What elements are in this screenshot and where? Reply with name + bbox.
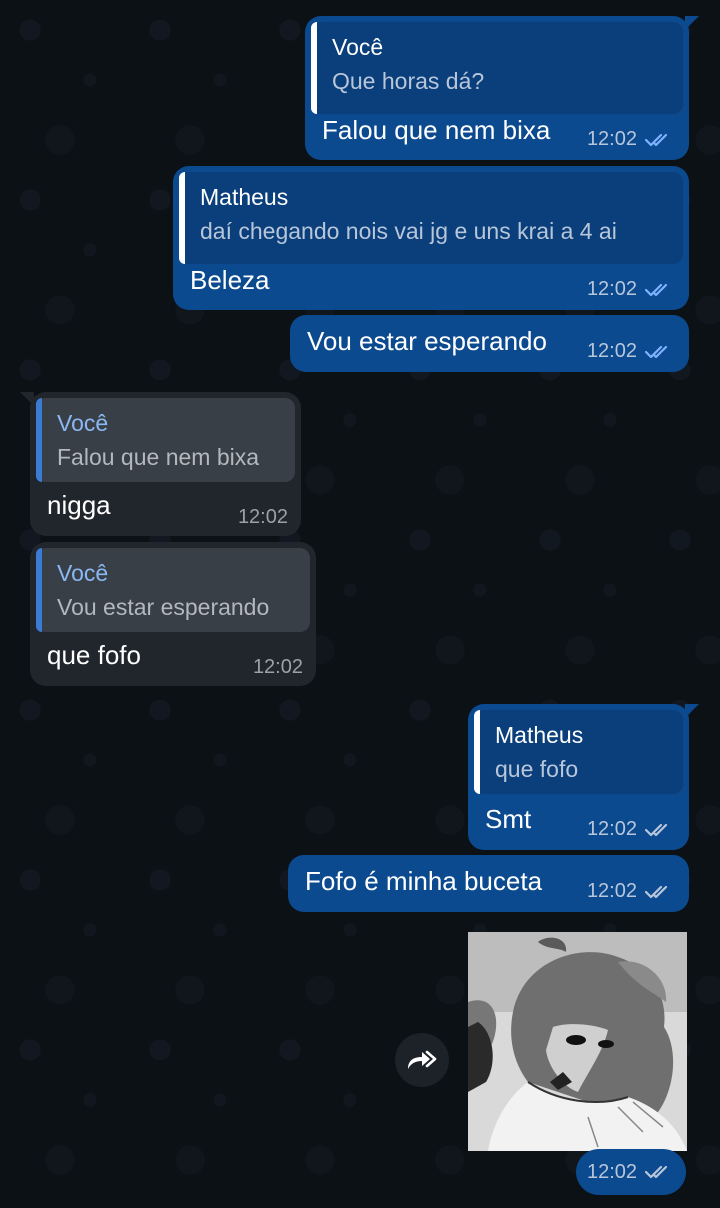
double-check-icon: [645, 885, 668, 898]
quote-author: Você: [57, 410, 109, 436]
message-bubble-outgoing[interactable]: Você Que horas dá? Falou que nem bixa 12…: [305, 16, 699, 160]
reply-quote[interactable]: Você Vou estar esperando: [36, 548, 310, 632]
message-bubble-outgoing[interactable]: Matheus que fofo Smt 12:02: [468, 704, 699, 850]
message-time: 12:02: [586, 340, 637, 362]
message-time: 12:02: [586, 278, 637, 300]
message-time: 12:02: [586, 128, 637, 150]
quote-text: que fofo: [495, 756, 579, 782]
image-timestamp: 12:02: [576, 1149, 686, 1195]
message-text: que fofo: [47, 640, 141, 670]
forward-icon[interactable]: [395, 1033, 449, 1087]
quote-bar: [36, 548, 42, 632]
message-meta: 12:02: [253, 656, 303, 679]
message-meta: 12:02: [587, 818, 675, 841]
quote-author: Você: [332, 34, 384, 60]
double-check-icon: [645, 345, 668, 358]
message-text: Falou que nem bixa: [322, 115, 551, 145]
forward-arrow-glyph: [408, 1050, 437, 1069]
message-bubble-outgoing[interactable]: Fofo é minha buceta 12:02: [288, 855, 689, 912]
quote-text: Que horas dá?: [332, 68, 485, 94]
quote-bar: [311, 22, 317, 114]
message-text: Fofo é minha buceta: [305, 866, 543, 896]
message-text: Beleza: [190, 265, 270, 295]
bubble-tail: [20, 392, 34, 406]
double-check-icon: [645, 1165, 668, 1179]
reply-quote[interactable]: Você Que horas dá?: [311, 22, 683, 114]
quote-author: Matheus: [200, 184, 289, 210]
quote-author: Matheus: [495, 722, 584, 748]
message-time: 12:02: [586, 818, 637, 840]
double-check-icon: [645, 823, 668, 836]
message-bubble-incoming[interactable]: Você Vou estar esperando que fofo 12:02: [30, 542, 316, 686]
message-meta: 12:02: [587, 340, 675, 363]
double-check-icon: [645, 283, 668, 296]
message-bubble-incoming[interactable]: Você Falou que nem bixa nigga 12:02: [20, 392, 301, 536]
bubble-tail: [685, 16, 699, 30]
quote-bar: [36, 398, 42, 482]
message-time: 12:02: [237, 506, 288, 528]
manga-character-image: [468, 932, 687, 1151]
double-check-icon: [645, 133, 668, 146]
quote-bar: [179, 172, 185, 264]
quote-bar: [474, 710, 480, 794]
reply-quote[interactable]: Matheus daí chegando nois vai jg e uns k…: [179, 172, 683, 264]
message-time: 12:02: [252, 656, 303, 678]
message-text: nigga: [47, 490, 111, 520]
message-meta: 12:02: [587, 128, 675, 151]
message-text: Smt: [485, 804, 532, 834]
quote-text: Vou estar esperando: [57, 594, 270, 620]
message-meta: 12:02: [238, 506, 288, 529]
message-bubble-outgoing[interactable]: Matheus daí chegando nois vai jg e uns k…: [173, 166, 689, 310]
message-time: 12:02: [586, 880, 637, 902]
quote-text: Falou que nem bixa: [57, 444, 260, 470]
image-message[interactable]: [468, 932, 687, 1151]
bubble-tail: [685, 704, 699, 718]
quote-text: daí chegando nois vai jg e uns krai a 4 …: [200, 218, 617, 244]
quote-author: Você: [57, 560, 109, 586]
message-meta: 12:02: [587, 880, 675, 903]
message-bubble-outgoing[interactable]: Vou estar esperando 12:02: [290, 315, 689, 372]
message-time: 12:02: [586, 1160, 638, 1183]
message-meta: 12:02: [587, 278, 675, 301]
reply-quote[interactable]: Você Falou que nem bixa: [36, 398, 295, 482]
reply-quote[interactable]: Matheus que fofo: [474, 710, 683, 794]
message-text: Vou estar esperando: [307, 326, 547, 356]
